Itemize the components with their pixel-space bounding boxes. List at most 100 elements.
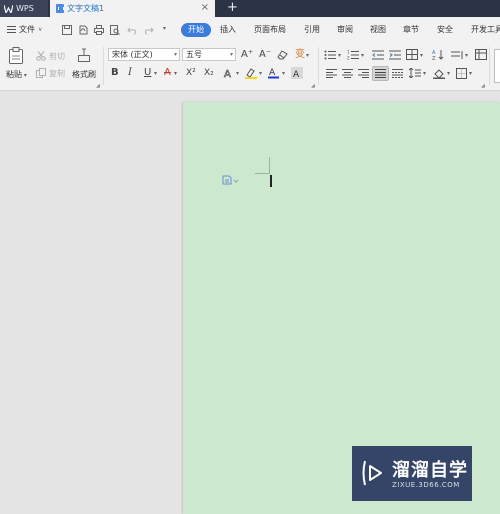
paste-dropdown-icon[interactable]: ▾ [22, 72, 27, 79]
copy-icon [36, 68, 46, 81]
distribute-icon[interactable] [392, 69, 403, 81]
svg-text:A: A [293, 70, 300, 79]
svg-text:Z: Z [432, 56, 436, 60]
tab-developer[interactable]: 开发工具 [471, 23, 500, 37]
svg-text:A: A [224, 69, 231, 79]
undo-icon[interactable] [127, 25, 137, 35]
phonetic-guide-button[interactable]: 变 [295, 50, 305, 60]
line-spacing-icon[interactable] [408, 67, 421, 81]
chevron-down-icon[interactable]: ▾ [259, 69, 262, 79]
tab-review[interactable]: 审阅 [337, 23, 353, 37]
numbered-list-icon[interactable]: 12 [347, 50, 359, 63]
font-color-icon[interactable]: A [268, 67, 280, 82]
font-size-select[interactable]: 五号 ▾ [182, 48, 236, 61]
tab-security[interactable]: 安全 [437, 23, 453, 37]
cut-button[interactable]: 剪切 [49, 51, 65, 62]
decrease-indent-icon[interactable] [372, 50, 384, 63]
shrink-font-button[interactable]: A⁻ [259, 50, 271, 60]
new-tab-button[interactable]: + [227, 0, 238, 16]
tab-chapter[interactable]: 章节 [403, 23, 419, 37]
play-logo-icon [360, 457, 386, 489]
align-center-icon[interactable] [342, 69, 353, 81]
tab-view[interactable]: 视图 [370, 23, 386, 37]
tab-references[interactable]: 引用 [304, 23, 320, 37]
tab-home[interactable]: 开始 [181, 23, 211, 37]
superscript-button[interactable]: X² [186, 68, 196, 78]
chevron-down-icon[interactable]: ▾ [420, 51, 423, 61]
align-right-icon[interactable] [358, 69, 369, 81]
tab-document[interactable]: 文字文稿1 × [50, 0, 215, 17]
print-preview-icon[interactable] [110, 25, 120, 35]
tab-insert[interactable]: 插入 [220, 23, 236, 37]
ribbon-divider [489, 47, 490, 85]
chevron-down-icon[interactable]: ▾ [282, 69, 285, 79]
watermark-logo: 溜溜自学 ZIXUE.3D66.COM [352, 446, 472, 501]
copy-button[interactable]: 复制 [49, 68, 65, 79]
close-tab-icon[interactable]: × [201, 2, 209, 13]
ribbon-home: 粘贴 ▾ 剪切 复制 格式刷 宋体 (正文) ▾ 五号 ▾ A⁺ A⁻ 变 ▾ … [0, 43, 500, 91]
italic-button[interactable]: I [128, 68, 132, 78]
justify-button[interactable] [372, 66, 389, 81]
strikethrough-button[interactable]: A [164, 68, 171, 78]
print-icon[interactable] [94, 25, 104, 35]
margin-guide [269, 157, 270, 174]
chevron-down-icon[interactable]: ▾ [469, 69, 472, 79]
chevron-down-icon[interactable]: ▾ [361, 51, 364, 61]
highlight-color-icon[interactable] [245, 68, 257, 82]
redo-icon[interactable] [144, 25, 154, 35]
chevron-down-icon[interactable]: ▾ [174, 69, 177, 79]
svg-text:2: 2 [347, 56, 350, 61]
watermark-subtitle: ZIXUE.3D66.COM [392, 481, 460, 489]
title-bar: WPS 文字文稿1 × + [0, 0, 500, 17]
font-name-value: 宋体 (正文) [112, 50, 153, 59]
ribbon-divider [103, 47, 104, 85]
margin-guide [255, 173, 269, 174]
chevron-down-icon[interactable]: ▾ [154, 69, 157, 79]
paste-button[interactable]: 粘贴 ▾ [6, 69, 27, 80]
chevron-down-icon[interactable]: ▾ [465, 51, 468, 61]
shading-fill-icon[interactable] [433, 68, 445, 82]
save-icon[interactable] [62, 25, 72, 35]
chevron-down-icon[interactable]: ▾ [236, 69, 239, 79]
clear-format-icon[interactable] [277, 50, 288, 63]
chevron-down-icon[interactable]: ▾ [306, 51, 309, 61]
export-pdf-icon[interactable] [78, 25, 88, 35]
align-left-icon[interactable] [326, 69, 337, 81]
format-painter-icon[interactable] [76, 47, 92, 68]
format-painter-button[interactable]: 格式刷 [72, 69, 96, 80]
font-size-value: 五号 [186, 50, 202, 59]
sort-icon[interactable]: AZ [432, 49, 444, 63]
wps-logo-icon [3, 4, 14, 15]
text-effect-icon[interactable]: A [223, 68, 235, 82]
chinese-layout-icon[interactable] [406, 49, 418, 63]
styles-gallery[interactable] [494, 49, 500, 83]
table-grid-icon[interactable] [475, 49, 487, 63]
font-name-select[interactable]: 宋体 (正文) ▾ [108, 48, 180, 61]
file-menu-button[interactable]: 文件 ∨ [7, 24, 42, 35]
chevron-down-icon[interactable]: ▾ [447, 69, 450, 79]
character-shading-icon[interactable]: A [291, 67, 303, 82]
underline-button[interactable]: U [144, 68, 151, 78]
show-hide-marks-icon[interactable] [451, 50, 463, 63]
increase-indent-icon[interactable] [389, 50, 401, 63]
ribbon-divider [318, 47, 319, 85]
bullet-list-icon[interactable] [324, 50, 336, 63]
paragraph-launcher-icon[interactable]: ◢ [481, 81, 485, 91]
paragraph-layout-icon[interactable] [222, 175, 240, 185]
paste-icon[interactable] [8, 47, 24, 68]
chevron-down-icon[interactable]: ▾ [338, 51, 341, 61]
tab-page-layout[interactable]: 页面布局 [254, 23, 286, 37]
justify-icon [375, 69, 386, 78]
bold-button[interactable]: B [111, 68, 119, 78]
menu-bar: 文件 ∨ ▾ 开始 插入 页面布局 引用 审阅 视图 章节 安全 开发工具 [0, 17, 500, 43]
subscript-button[interactable]: X₂ [204, 68, 214, 78]
customize-quick-access-icon[interactable]: ▾ [163, 25, 173, 35]
grow-font-button[interactable]: A⁺ [241, 50, 253, 60]
clipboard-launcher-icon[interactable]: ◢ [96, 81, 100, 91]
writer-doc-icon [56, 4, 64, 13]
borders-icon[interactable] [456, 68, 467, 82]
tab-document-label: 文字文稿1 [67, 4, 105, 13]
chevron-down-icon[interactable]: ▾ [423, 69, 426, 79]
font-launcher-icon[interactable]: ◢ [311, 81, 315, 91]
tab-wps-home[interactable]: WPS [0, 0, 48, 17]
